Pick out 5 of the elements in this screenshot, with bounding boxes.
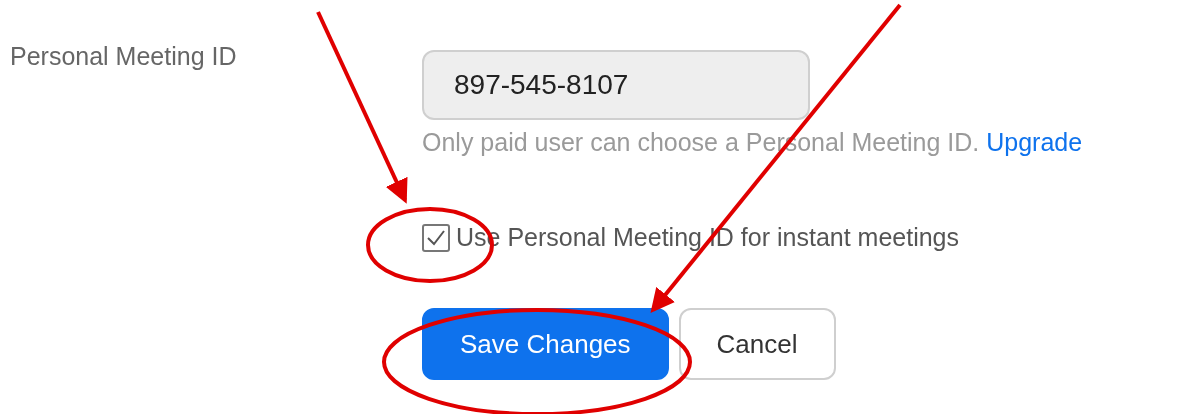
save-button[interactable]: Save Changes <box>422 308 669 380</box>
field-label: Personal Meeting ID <box>10 41 237 71</box>
cancel-button[interactable]: Cancel <box>678 308 836 380</box>
checkbox[interactable] <box>422 223 450 252</box>
checkmark-icon <box>426 228 446 247</box>
